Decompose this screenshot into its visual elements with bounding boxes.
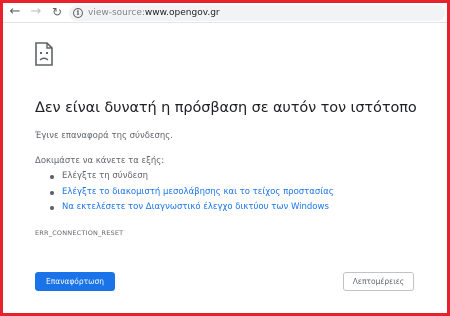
suggestions-list: Ελέγξτε τη σύνδεση Ελέγξτε το διακομιστή…	[50, 169, 334, 216]
reload-icon[interactable]: ↻	[50, 5, 64, 19]
sad-page-icon	[35, 42, 53, 66]
info-icon[interactable]: i	[73, 8, 83, 18]
error-code: ERR_CONNECTION_RESET	[35, 229, 124, 237]
suggestion-run-diagnostics-link[interactable]: Να εκτελέσετε τον Διαγνωστικό έλεγχο δικ…	[50, 200, 334, 216]
browser-toolbar: ← → ↻ i view-source:www.opengov.gr	[3, 3, 447, 23]
url-scheme: view-source:	[88, 8, 145, 18]
address-bar[interactable]: i view-source:www.opengov.gr	[69, 5, 445, 21]
suggestions-heading: Δοκιμάστε να κάνετε τα εξής:	[35, 156, 165, 166]
forward-arrow-icon[interactable]: →	[29, 5, 43, 19]
error-title: Δεν είναι δυνατή η πρόσβαση σε αυτόν τον…	[35, 100, 417, 116]
back-arrow-icon[interactable]: ←	[8, 5, 22, 19]
suggestion-check-proxy-firewall-link[interactable]: Ελέγξτε το διακομιστή μεσολάβησης και το…	[50, 185, 334, 201]
suggestion-check-connection: Ελέγξτε τη σύνδεση	[50, 169, 334, 185]
url-text[interactable]: view-source:www.opengov.gr	[88, 7, 220, 19]
error-subtitle: Έγινε επαναφορά της σύνδεσης.	[35, 131, 173, 141]
details-button[interactable]: Λεπτομέρειες	[343, 272, 414, 291]
url-host: www.opengov.gr	[144, 8, 220, 18]
reload-button[interactable]: Επαναφόρτωση	[35, 272, 115, 291]
